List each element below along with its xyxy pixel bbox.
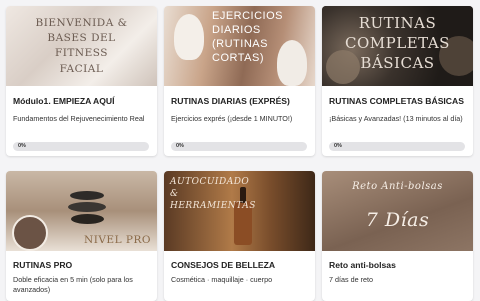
course-description: Ejercicios exprés (¡desde 1 MINUTO!) bbox=[171, 114, 293, 123]
course-thumbnail-reto[interactable]: Reto Anti-bolsas 7 Días bbox=[322, 171, 473, 251]
progress-label: 0% bbox=[176, 143, 184, 149]
thumb-line-3: HERRAMIENTAS bbox=[170, 201, 256, 211]
course-description: ¡Básicas y Avanzadas! (13 minutos al día… bbox=[329, 114, 463, 123]
course-card-rutinas-pro[interactable]: NIVEL PRO RUTINAS PRO Doble eficacia en … bbox=[6, 171, 157, 301]
thumb-line-4: FACIAL bbox=[59, 63, 104, 75]
thumb-line-2: BASES DEL bbox=[47, 32, 116, 44]
thumb-line-4: CORTAS) bbox=[212, 52, 264, 64]
course-title[interactable]: RUTINAS DIARIAS (EXPRÉS) bbox=[171, 96, 309, 106]
course-description: Fundamentos del Rejuvenecimiento Real bbox=[13, 114, 145, 123]
course-thumbnail-ejercicios-diarios[interactable]: EJERCICIOS DIARIOS (RUTINAS CORTAS) bbox=[164, 6, 315, 86]
thumb-line-3: BÁSICAS bbox=[360, 54, 435, 72]
avatar bbox=[12, 215, 48, 251]
course-title[interactable]: Módulo1. EMPIEZA AQUÍ bbox=[13, 96, 151, 106]
course-thumbnail-autocuidado[interactable]: AUTOCUIDADO & HERRAMIENTAS bbox=[164, 171, 315, 251]
course-card-empieza-aqui[interactable]: BIENVENIDA & BASES DEL FITNESS FACIAL Mó… bbox=[6, 6, 157, 156]
progress-bar: 0% bbox=[329, 142, 465, 151]
course-thumbnail-bienvenida[interactable]: BIENVENIDA & BASES DEL FITNESS FACIAL bbox=[6, 6, 157, 86]
course-title[interactable]: CONSEJOS DE BELLEZA bbox=[171, 260, 309, 270]
course-card-reto-antibolsas[interactable]: Reto Anti-bolsas 7 Días Reto anti-bolsas… bbox=[322, 171, 473, 301]
woman-figure-left bbox=[174, 14, 204, 60]
thumb-line-2: & bbox=[170, 189, 179, 199]
course-card-rutinas-completas[interactable]: RUTINAS COMPLETAS BÁSICAS RUTINAS COMPLE… bbox=[322, 6, 473, 156]
thumb-line-1: EJERCICIOS bbox=[212, 10, 284, 22]
course-description: Doble eficacia en 5 min (solo para los a… bbox=[13, 275, 133, 294]
course-thumbnail-nivel-pro[interactable]: NIVEL PRO bbox=[6, 171, 157, 251]
thumb-line-1: BIENVENIDA & bbox=[35, 17, 128, 29]
thumb-line-2: DIARIOS bbox=[212, 24, 261, 36]
progress-bar: 0% bbox=[13, 142, 149, 151]
course-title[interactable]: RUTINAS COMPLETAS BÁSICAS bbox=[329, 96, 467, 106]
thumb-line-2: 7 Días bbox=[365, 209, 430, 231]
thumb-line-1: RUTINAS bbox=[358, 14, 437, 32]
progress-label: 0% bbox=[334, 143, 342, 149]
thumb-line-1: Reto Anti-bolsas bbox=[352, 181, 443, 192]
course-thumbnail-rutinas-completas[interactable]: RUTINAS COMPLETAS BÁSICAS bbox=[322, 6, 473, 86]
thumb-line-2: COMPLETAS bbox=[345, 34, 450, 52]
thumb-line-1: NIVEL PRO bbox=[84, 234, 151, 246]
thumb-line-1: AUTOCUIDADO bbox=[170, 177, 250, 187]
course-card-rutinas-diarias[interactable]: EJERCICIOS DIARIOS (RUTINAS CORTAS) RUTI… bbox=[164, 6, 315, 156]
course-title[interactable]: RUTINAS PRO bbox=[13, 260, 151, 270]
progress-label: 0% bbox=[18, 143, 26, 149]
thumb-line-3: FITNESS bbox=[55, 47, 108, 59]
thumb-line-3: (RUTINAS bbox=[212, 38, 268, 50]
stones-stack bbox=[68, 191, 108, 225]
course-description: 7 días de reto bbox=[329, 275, 373, 284]
course-description: Cosmética · maquillaje · cuerpo bbox=[171, 275, 273, 284]
course-title[interactable]: Reto anti-bolsas bbox=[329, 260, 467, 270]
course-card-consejos-belleza[interactable]: AUTOCUIDADO & HERRAMIENTAS CONSEJOS DE B… bbox=[164, 171, 315, 301]
progress-bar: 0% bbox=[171, 142, 307, 151]
